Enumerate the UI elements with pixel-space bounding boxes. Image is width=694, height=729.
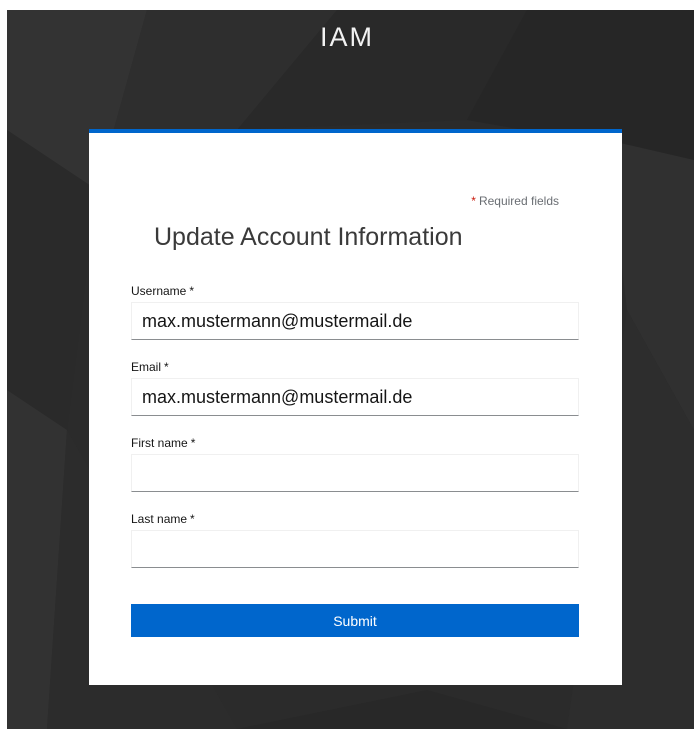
email-label-text: Email <box>131 360 162 374</box>
email-input[interactable] <box>131 378 579 416</box>
last-name-required-marker: * <box>190 512 195 526</box>
first-name-field-group: First name * <box>131 436 579 492</box>
required-star: * <box>471 194 476 208</box>
username-required-marker: * <box>189 284 195 298</box>
username-label-text: Username <box>131 284 187 298</box>
first-name-required-marker: * <box>190 436 196 450</box>
last-name-label: Last name * <box>131 512 579 526</box>
email-required-marker: * <box>164 360 169 374</box>
required-fields-text: Required fields <box>478 194 559 208</box>
required-fields-note: * Required fields <box>471 194 559 208</box>
username-label: Username * <box>131 284 579 298</box>
username-field-group: Username * <box>131 284 579 340</box>
username-input[interactable] <box>131 302 579 340</box>
first-name-label: First name * <box>131 436 579 450</box>
email-label: Email * <box>131 360 579 374</box>
app-title: IAM <box>319 22 374 52</box>
last-name-input[interactable] <box>131 530 579 568</box>
update-account-card: * Required fields Update Account Informat… <box>89 129 622 685</box>
last-name-field-group: Last name * <box>131 512 579 568</box>
last-name-label-text: Last name <box>131 512 188 526</box>
form-title: Update Account Information <box>154 223 463 251</box>
first-name-label-text: First name <box>131 436 188 450</box>
submit-button[interactable]: Submit <box>131 604 579 637</box>
first-name-input[interactable] <box>131 454 579 492</box>
email-field-group: Email * <box>131 360 579 416</box>
